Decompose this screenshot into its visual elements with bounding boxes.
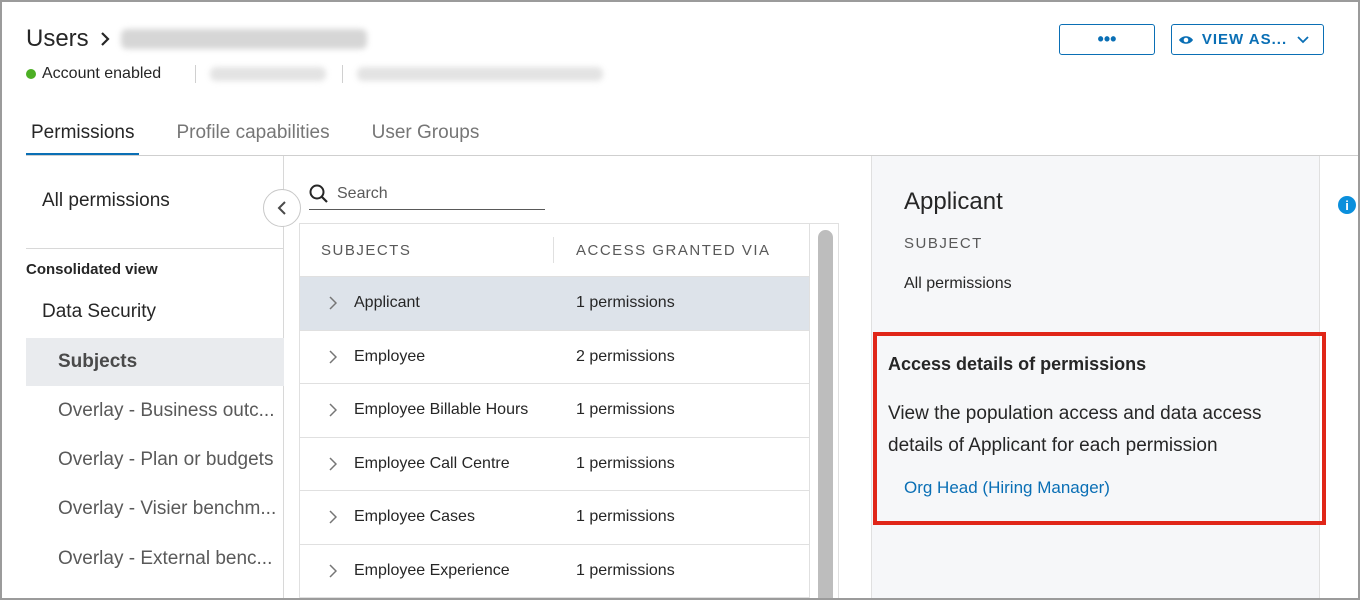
sidebar-item-subjects[interactable]: Subjects <box>26 338 284 386</box>
access-details-title: Access details of permissions <box>888 354 1147 374</box>
sidebar-item-overlay-external[interactable]: Overlay - External benc... <box>26 535 284 583</box>
chevron-down-icon <box>1297 35 1309 43</box>
subject-cell: Applicant <box>354 294 420 312</box>
table-row[interactable]: Employee Experience 1 permissions <box>300 545 809 598</box>
redacted-user-name <box>120 29 367 49</box>
chevron-right-icon[interactable] <box>329 510 337 524</box>
column-header-subjects[interactable]: SUBJECTS <box>300 237 554 263</box>
status-dot-icon <box>26 69 36 79</box>
chevron-left-icon <box>277 201 286 215</box>
redacted-user-id <box>210 67 327 81</box>
sidebar-section-consolidated-view: Consolidated view <box>26 261 158 278</box>
chevron-right-icon[interactable] <box>329 403 337 417</box>
eye-icon <box>1178 35 1193 44</box>
chevron-right-icon[interactable] <box>329 564 337 578</box>
page-header: Users Account enabled <box>26 24 604 86</box>
subject-cell: Employee Billable Hours <box>354 401 529 419</box>
access-cell: 1 permissions <box>576 454 675 472</box>
search-box <box>309 178 545 210</box>
chevron-right-icon[interactable] <box>329 350 337 364</box>
subject-cell: Employee <box>354 347 426 365</box>
access-cell: 2 permissions <box>576 347 675 365</box>
access-cell: 1 permissions <box>576 294 675 312</box>
more-icon: ••• <box>1097 29 1117 49</box>
subject-cell: Employee Experience <box>354 561 510 579</box>
tab-permissions[interactable]: Permissions <box>26 114 140 156</box>
sidebar-item-overlay-visier[interactable]: Overlay - Visier benchm... <box>26 485 284 533</box>
divider <box>195 65 197 83</box>
subject-cell: Employee Cases <box>354 508 475 526</box>
table-row[interactable]: Applicant 1 permissions <box>300 277 809 331</box>
chevron-right-icon <box>100 32 110 46</box>
breadcrumb: Users <box>26 24 603 54</box>
info-icon[interactable]: i <box>1338 196 1356 214</box>
divider <box>26 248 284 249</box>
sidebar-item-all-permissions[interactable]: All permissions <box>42 190 170 212</box>
table-row[interactable]: Employee 2 permissions <box>300 331 809 384</box>
table-row[interactable]: Employee Call Centre 1 permissions <box>300 438 809 491</box>
table-row[interactable]: Employee Cases 1 permissions <box>300 491 809 545</box>
account-status-row: Account enabled <box>26 62 604 86</box>
detail-all-permissions: All permissions <box>904 275 1012 292</box>
search-input[interactable] <box>337 184 537 203</box>
access-cell: 1 permissions <box>576 508 675 526</box>
scrollbar-thumb[interactable] <box>818 230 833 598</box>
detail-subtitle: SUBJECT <box>904 235 983 252</box>
view-as-label: VIEW AS... <box>1201 31 1288 48</box>
table-header: SUBJECTS ACCESS GRANTED VIA <box>300 224 809 277</box>
subject-cell: Employee Call Centre <box>354 454 510 472</box>
search-icon <box>309 184 328 203</box>
chevron-right-icon[interactable] <box>329 296 337 310</box>
status-text: Account enabled <box>42 65 162 82</box>
subjects-table: SUBJECTS ACCESS GRANTED VIA Applicant 1 … <box>299 223 809 598</box>
org-head-link[interactable]: Org Head (Hiring Manager) <box>904 478 1110 498</box>
permissions-sidebar: All permissions Consolidated view Data S… <box>26 156 284 598</box>
sidebar-item-overlay-plan[interactable]: Overlay - Plan or budgets <box>26 436 284 484</box>
sidebar-item-overlay-business[interactable]: Overlay - Business outc... <box>26 387 284 435</box>
tab-bar: Permissions Profile capabilities User Gr… <box>26 114 516 156</box>
column-header-access[interactable]: ACCESS GRANTED VIA <box>554 242 771 259</box>
access-cell: 1 permissions <box>576 561 675 579</box>
chevron-right-icon[interactable] <box>329 457 337 471</box>
view-as-button[interactable]: VIEW AS... <box>1171 24 1324 55</box>
divider <box>342 65 344 83</box>
sidebar-item-data-security[interactable]: Data Security <box>42 301 156 323</box>
detail-title: Applicant <box>904 188 1003 215</box>
redacted-user-email <box>357 67 604 81</box>
app-window: Users Account enabled ••• VIEW AS... Per… <box>0 0 1360 600</box>
tab-profile-capabilities[interactable]: Profile capabilities <box>171 114 334 156</box>
more-options-button[interactable]: ••• <box>1059 24 1155 55</box>
table-scrollbar[interactable] <box>809 223 839 598</box>
collapse-sidebar-button[interactable] <box>263 189 301 227</box>
table-row[interactable]: Employee Billable Hours 1 permissions <box>300 384 809 438</box>
access-cell: 1 permissions <box>576 401 675 419</box>
access-details-description: View the population access and data acce… <box>888 403 1262 456</box>
tab-user-groups[interactable]: User Groups <box>367 114 485 156</box>
page-title[interactable]: Users <box>26 25 89 53</box>
